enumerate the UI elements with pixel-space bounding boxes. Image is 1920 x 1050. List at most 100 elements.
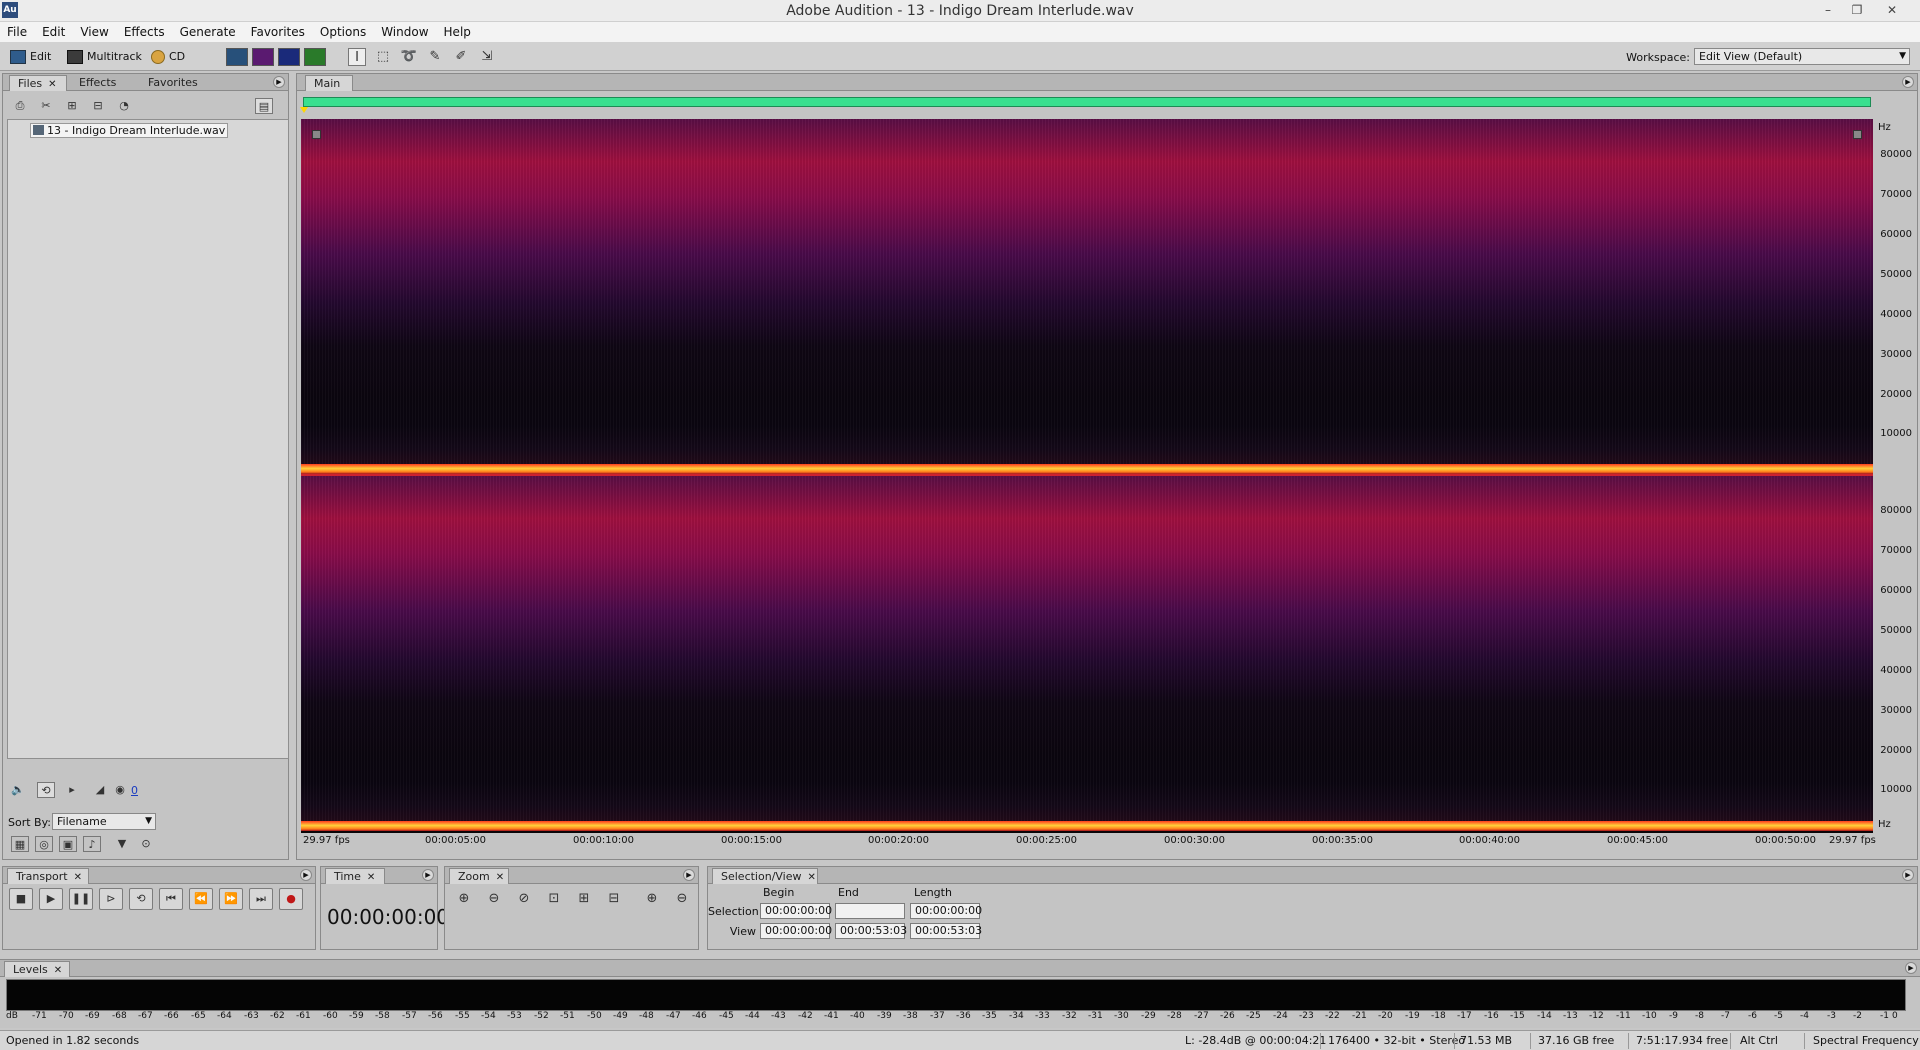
- status-time-free: 7:51:17.934 free: [1636, 1034, 1729, 1047]
- fast-forward-button[interactable]: ⏩: [219, 888, 243, 910]
- restore-button[interactable]: ❐: [1843, 1, 1871, 19]
- menu-favorites[interactable]: Favorites: [244, 22, 313, 39]
- spectral-pan-display-icon[interactable]: [278, 48, 300, 66]
- panel-menu-icon[interactable]: ▶: [1905, 962, 1917, 974]
- view-length-field[interactable]: 00:00:53:03: [910, 923, 982, 939]
- tab-effects[interactable]: Effects: [71, 75, 133, 91]
- lasso-selection-tool-icon[interactable]: ➰: [400, 48, 418, 66]
- play-to-end-button[interactable]: ⊳: [99, 888, 123, 910]
- show-midi-icon[interactable]: ♪: [83, 836, 101, 852]
- menu-generate[interactable]: Generate: [173, 22, 244, 39]
- show-sessions-icon[interactable]: ▣: [59, 836, 77, 852]
- zoom-corner-icon[interactable]: [1853, 130, 1862, 139]
- panel-menu-icon[interactable]: ▶: [300, 869, 312, 881]
- time-selection-tool-icon[interactable]: I: [348, 48, 366, 66]
- zoom-out-full-icon[interactable]: ⊘: [513, 888, 535, 910]
- minimize-button[interactable]: –: [1814, 1, 1842, 19]
- close-file-icon[interactable]: ✂: [37, 98, 55, 114]
- loop-icon[interactable]: ⟲: [37, 782, 55, 798]
- close-tab-icon[interactable]: ✕: [74, 872, 82, 883]
- menu-effects[interactable]: Effects: [117, 22, 173, 39]
- record-button[interactable]: ●: [279, 888, 303, 910]
- tab-transport[interactable]: Transport ✕: [7, 868, 89, 884]
- panel-menu-icon[interactable]: ▶: [1902, 76, 1914, 88]
- rewind-button[interactable]: ⏪: [189, 888, 213, 910]
- selection-length-field[interactable]: 00:00:00:00: [910, 903, 982, 919]
- close-button[interactable]: ✕: [1878, 1, 1906, 19]
- tab-main[interactable]: Main: [305, 75, 353, 91]
- spectral-frequency-display-icon[interactable]: [252, 48, 274, 66]
- show-cd-icon[interactable]: ⊙: [137, 836, 155, 852]
- panel-menu-icon[interactable]: ▶: [273, 76, 285, 88]
- cd-view-button[interactable]: CD: [151, 47, 185, 67]
- workspace-dropdown[interactable]: Edit View (Default) ▼: [1694, 48, 1910, 65]
- zoom-selection-icon[interactable]: ⊡: [543, 888, 565, 910]
- zoom-overview-bar[interactable]: [303, 97, 1871, 107]
- spectral-frequency-display[interactable]: [301, 119, 1873, 833]
- spectral-phase-display-icon[interactable]: [304, 48, 326, 66]
- file-view-options-icon[interactable]: ▤: [255, 98, 273, 114]
- close-tab-icon[interactable]: ✕: [367, 872, 375, 883]
- menu-view[interactable]: View: [73, 22, 116, 39]
- zoom-left-edge-icon[interactable]: ⊞: [573, 888, 595, 910]
- tab-zoom[interactable]: Zoom ✕: [449, 868, 509, 884]
- edit-file-icon[interactable]: ◔: [115, 98, 133, 114]
- loop-play-button[interactable]: ⟲: [129, 888, 153, 910]
- insert-cd-icon[interactable]: ⊟: [89, 98, 107, 114]
- tab-levels[interactable]: Levels ✕: [4, 961, 70, 977]
- waveform-display-icon[interactable]: [226, 48, 248, 66]
- multitrack-view-button[interactable]: Multitrack: [67, 47, 142, 67]
- marquee-selection-tool-icon[interactable]: ⬚: [374, 48, 392, 66]
- show-video-icon[interactable]: ▼: [113, 836, 131, 852]
- file-list-item[interactable]: 13 - Indigo Dream Interlude.wav: [30, 123, 229, 138]
- tab-favorites[interactable]: Favorites: [140, 75, 210, 91]
- close-tab-icon[interactable]: ✕: [808, 872, 816, 883]
- panel-menu-icon[interactable]: ▶: [683, 869, 695, 881]
- stop-button[interactable]: ■: [9, 888, 33, 910]
- close-tab-icon[interactable]: ✕: [48, 79, 56, 90]
- menu-options[interactable]: Options: [313, 22, 374, 39]
- time-ruler[interactable]: 29.97 fps 00:00:05:00 00:00:10:00 00:00:…: [301, 833, 1876, 848]
- effects-paintbrush-tool-icon[interactable]: ✎: [426, 48, 444, 66]
- pause-button[interactable]: ❚❚: [69, 888, 93, 910]
- spot-healing-brush-tool-icon[interactable]: ✐: [452, 48, 470, 66]
- zoom-out-horizontal-icon[interactable]: ⊖: [483, 888, 505, 910]
- menu-window[interactable]: Window: [374, 22, 436, 39]
- go-to-beginning-button[interactable]: ⏮: [159, 888, 183, 910]
- view-end-field[interactable]: 00:00:53:03: [835, 923, 907, 939]
- zoom-out-vertical-icon[interactable]: ⊖: [671, 888, 693, 910]
- tab-main-label: Main: [314, 77, 341, 90]
- close-tab-icon[interactable]: ✕: [54, 965, 62, 976]
- sort-by-dropdown[interactable]: Filename ▼: [52, 813, 156, 830]
- view-begin-field[interactable]: 00:00:00:00: [760, 923, 832, 939]
- tab-time[interactable]: Time ✕: [325, 868, 385, 884]
- show-audio-icon[interactable]: ▦: [11, 836, 29, 852]
- edit-view-button[interactable]: Edit: [10, 47, 51, 67]
- autoplay-speaker-icon[interactable]: 🔈: [9, 782, 27, 798]
- menu-file[interactable]: File: [0, 22, 35, 39]
- panel-menu-icon[interactable]: ▶: [422, 869, 434, 881]
- play-preview-icon[interactable]: ▸: [63, 782, 81, 798]
- status-separator: [1804, 1033, 1805, 1049]
- scrub-tool-icon[interactable]: ⇲: [478, 48, 496, 66]
- menu-help[interactable]: Help: [437, 22, 479, 39]
- insert-multitrack-icon[interactable]: ⊞: [63, 98, 81, 114]
- selection-begin-field[interactable]: 00:00:00:00: [760, 903, 832, 919]
- tab-files[interactable]: Files ✕: [9, 75, 67, 91]
- zoom-in-horizontal-icon[interactable]: ⊕: [453, 888, 475, 910]
- zoom-corner-icon[interactable]: [312, 130, 321, 139]
- go-to-end-button[interactable]: ⏭: [249, 888, 273, 910]
- panel-menu-icon[interactable]: ▶: [1902, 869, 1914, 881]
- open-file-icon[interactable]: ⎙: [11, 98, 29, 114]
- menu-edit[interactable]: Edit: [35, 22, 73, 39]
- zoom-in-vertical-icon[interactable]: ⊕: [641, 888, 663, 910]
- close-tab-icon[interactable]: ✕: [496, 872, 504, 883]
- playhead-marker[interactable]: [300, 107, 308, 113]
- tab-selection-view[interactable]: Selection/View ✕: [712, 868, 818, 884]
- play-button[interactable]: ▶: [39, 888, 63, 910]
- volume-value[interactable]: 0: [131, 784, 138, 797]
- zoom-right-edge-icon[interactable]: ⊟: [603, 888, 625, 910]
- volume-knob-icon[interactable]: ◉: [111, 782, 129, 798]
- show-loops-icon[interactable]: ◎: [35, 836, 53, 852]
- selection-end-field[interactable]: [835, 903, 905, 919]
